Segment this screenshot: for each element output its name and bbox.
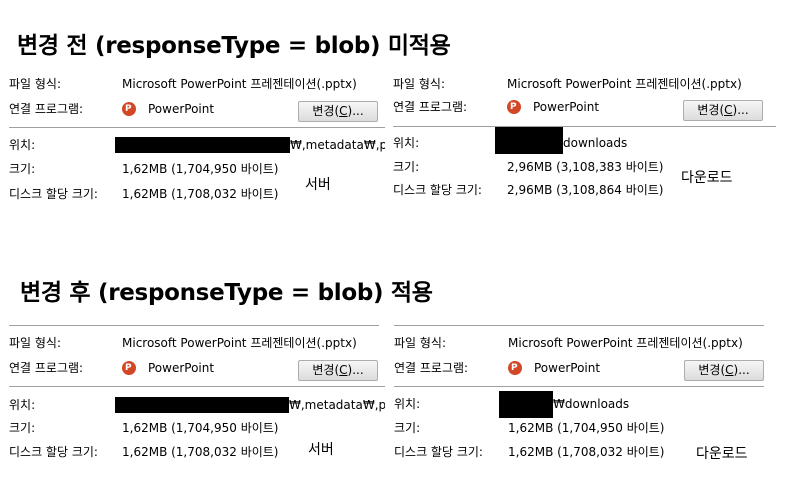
note-server-before: 서버: [305, 177, 331, 193]
size-label: 크기:: [9, 421, 36, 435]
heading-before: 변경 전 (responseType = blob) 미적용: [17, 33, 451, 59]
file-type-value: Microsoft PowerPoint 프레젠테이션(.pptx): [508, 336, 743, 350]
program-info: PowerPoint: [122, 360, 232, 376]
change-button-suffix: )...: [347, 104, 364, 118]
note-server-after: 서버: [308, 442, 334, 458]
size-label: 크기:: [393, 160, 420, 174]
top-divider-after-server: [9, 325, 379, 326]
powerpoint-icon: [122, 361, 136, 375]
row-location: 위치: ₩downloads: [394, 391, 777, 418]
size-value: 1,62MB (1,704,950 바이트): [122, 162, 279, 176]
program-info: PowerPoint: [122, 101, 232, 117]
program-info: PowerPoint: [507, 99, 617, 115]
note-download-after: 다운로드: [696, 446, 748, 462]
powerpoint-icon: [122, 102, 136, 116]
note-download-before: 다운로드: [681, 170, 733, 186]
size-on-disk-label: 디스크 할당 크기:: [393, 183, 482, 197]
change-button-text: 변경(: [698, 363, 726, 377]
powerpoint-icon: [508, 361, 522, 375]
size-value: 1,62MB (1,704,950 바이트): [508, 421, 665, 435]
open-with-label: 연결 프로그램:: [9, 102, 84, 116]
redacted-path: [115, 397, 289, 413]
change-button-text: 변경(: [312, 104, 340, 118]
file-type-label: 파일 형식:: [394, 336, 447, 350]
change-button[interactable]: 변경(C)...: [298, 360, 378, 381]
powerpoint-icon: [507, 100, 521, 114]
file-type-value: Microsoft PowerPoint 프레젠테이션(.pptx): [507, 77, 742, 91]
change-button[interactable]: 변경(C)...: [683, 100, 763, 121]
divider: [393, 126, 776, 127]
change-button-text: 변경(: [312, 363, 340, 377]
change-button-suffix: )...: [732, 103, 749, 117]
location-value: downloads: [563, 136, 628, 150]
size-on-disk-label: 디스크 할당 크기:: [9, 445, 98, 459]
location-value: ₩,metadata₩,plu: [290, 138, 385, 152]
divider: [394, 386, 764, 387]
redacted-path: [499, 391, 553, 418]
location-label: 위치:: [9, 398, 36, 412]
row-location: 위치: ₩,metadata₩,plu: [9, 397, 385, 413]
row-location: 위치: ₩,metadata₩,plu: [9, 137, 385, 153]
size-on-disk-label: 디스크 할당 크기:: [394, 445, 483, 459]
change-button-key: C: [339, 104, 348, 118]
change-button[interactable]: 변경(C)...: [298, 101, 378, 122]
file-type-value: Microsoft PowerPoint 프레젠테이션(.pptx): [122, 77, 357, 91]
location-label: 위치:: [9, 138, 36, 152]
program-name: PowerPoint: [533, 100, 600, 114]
location-value: ₩downloads: [553, 397, 630, 411]
file-type-value: Microsoft PowerPoint 프레젠테이션(.pptx): [122, 336, 357, 350]
size-value: 1,62MB (1,704,950 바이트): [122, 421, 279, 435]
size-on-disk-value: 2,96MB (3,108,864 바이트): [507, 183, 664, 197]
location-label: 위치:: [393, 136, 420, 150]
open-with-label: 연결 프로그램:: [9, 361, 84, 375]
redacted-path: [495, 127, 563, 154]
program-name: PowerPoint: [148, 361, 215, 375]
divider: [9, 127, 385, 128]
size-on-disk-label: 디스크 할당 크기:: [9, 187, 98, 201]
open-with-label: 연결 프로그램:: [394, 361, 469, 375]
file-type-label: 파일 형식:: [393, 77, 446, 91]
change-button-text: 변경(: [697, 103, 725, 117]
open-with-label: 연결 프로그램:: [393, 100, 468, 114]
file-type-label: 파일 형식:: [9, 77, 62, 91]
change-button-key: C: [725, 363, 734, 377]
change-button-key: C: [339, 363, 348, 377]
redacted-path: [115, 137, 290, 153]
program-name: PowerPoint: [534, 361, 601, 375]
heading-after: 변경 후 (responseType = blob) 적용: [20, 280, 433, 306]
row-location: 위치: downloads: [393, 127, 776, 154]
size-value: 2,96MB (3,108,383 바이트): [507, 160, 664, 174]
change-button[interactable]: 변경(C)...: [684, 360, 764, 381]
program-info: PowerPoint: [508, 360, 618, 376]
size-label: 크기:: [9, 162, 36, 176]
change-button-key: C: [724, 103, 733, 117]
change-button-suffix: )...: [733, 363, 750, 377]
location-value: ₩,metadata₩,plu: [289, 398, 385, 412]
program-name: PowerPoint: [148, 102, 215, 116]
size-on-disk-value: 1,62MB (1,708,032 바이트): [122, 187, 279, 201]
location-label: 위치:: [394, 397, 421, 411]
top-divider-after-download: [394, 325, 764, 326]
divider: [9, 386, 385, 387]
file-type-label: 파일 형식:: [9, 336, 62, 350]
size-on-disk-value: 1,62MB (1,708,032 바이트): [508, 445, 665, 459]
size-label: 크기:: [394, 421, 421, 435]
size-on-disk-value: 1,62MB (1,708,032 바이트): [122, 445, 279, 459]
change-button-suffix: )...: [347, 363, 364, 377]
